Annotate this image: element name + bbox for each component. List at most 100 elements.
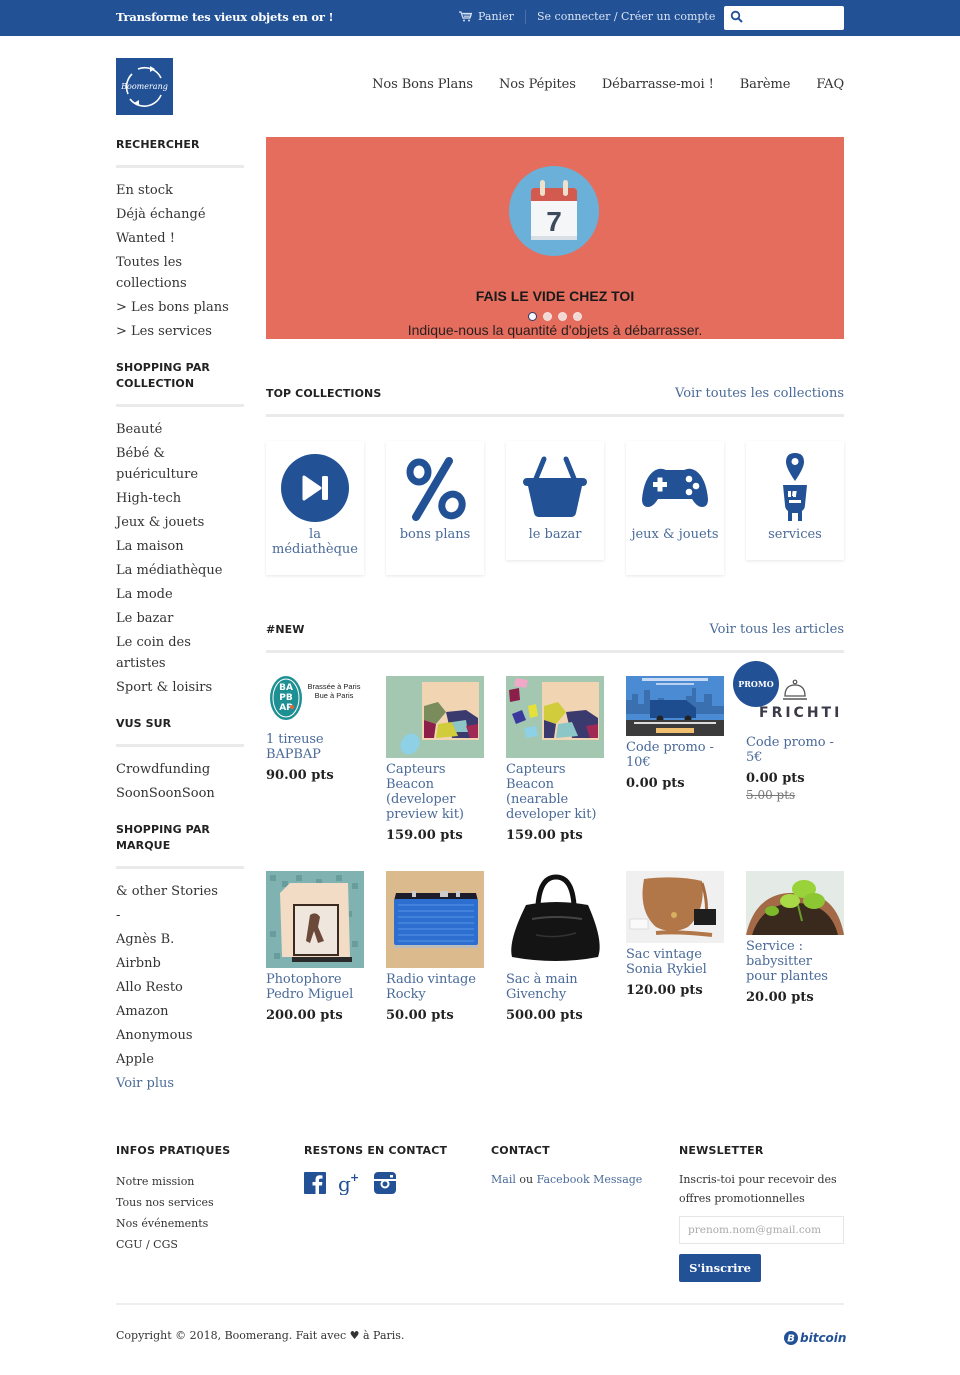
footer-link[interactable]: Nos événements bbox=[116, 1213, 286, 1234]
product-card[interactable]: BA PB AP Brassée à Paris Bue à Paris 1 t… bbox=[266, 675, 364, 783]
product-name: Service : babysitter pour plantes bbox=[746, 939, 828, 984]
facebook-icon[interactable] bbox=[304, 1172, 326, 1198]
product-image bbox=[266, 871, 364, 968]
gamepad-icon bbox=[642, 468, 708, 507]
sidebar-item[interactable]: Déjà échangé bbox=[116, 204, 244, 225]
product-image bbox=[506, 676, 604, 758]
sidebar-item[interactable]: Crowdfunding bbox=[116, 759, 244, 780]
beacon-kit-image-icon bbox=[400, 682, 479, 755]
instagram-icon[interactable] bbox=[374, 1172, 396, 1198]
sidebar-item[interactable]: Le bazar bbox=[116, 608, 244, 629]
search-input[interactable] bbox=[746, 8, 840, 28]
nav-item-bareme[interactable]: Barème bbox=[740, 77, 791, 92]
slide-dot-1[interactable] bbox=[528, 312, 537, 321]
see-more-brands-link[interactable]: Voir plus bbox=[116, 1073, 244, 1094]
facebook-message-link[interactable]: Facebook Message bbox=[537, 1173, 643, 1186]
mail-link[interactable]: Mail bbox=[491, 1173, 516, 1186]
sidebar-item[interactable]: La mode bbox=[116, 584, 244, 605]
top-bar: Transforme tes vieux objets en or ! Pani… bbox=[0, 0, 960, 36]
sidebar-item[interactable]: La maison bbox=[116, 536, 244, 557]
sidebar-item[interactable]: Airbnb bbox=[116, 953, 244, 974]
login-link[interactable]: Se connecter / Créer un compte bbox=[537, 10, 715, 23]
site-logo[interactable]: Boomerang bbox=[116, 58, 173, 115]
product-card[interactable]: PROMO FRICHTI Code promo - 5€ 0.00 pts 5… bbox=[733, 661, 844, 802]
nav-item-debarrasse-moi[interactable]: Débarrasse-moi ! bbox=[602, 77, 714, 92]
product-card[interactable]: Sac à main Givenchy 500.00 pts bbox=[506, 871, 604, 1023]
product-card[interactable]: Radio vintage Rocky 50.00 pts bbox=[386, 871, 484, 1023]
sidebar-item[interactable]: Bébé & puériculture bbox=[116, 443, 244, 485]
sidebar-item[interactable]: - bbox=[116, 905, 244, 926]
sidebar-item[interactable]: High-tech bbox=[116, 488, 244, 509]
copyright-text: Copyright © 2018, Boomerang. Fait avec ♥… bbox=[116, 1329, 405, 1342]
bitcoin-label: bitcoin bbox=[800, 1331, 847, 1345]
percent-icon bbox=[406, 457, 466, 521]
collection-card-bons-plans[interactable]: bons plans bbox=[386, 441, 484, 575]
collection-label: services bbox=[768, 527, 822, 542]
hero-slideshow[interactable]: 7 FAIS LE VIDE CHEZ TOI Indique-nous la … bbox=[266, 137, 844, 339]
collection-card-mediatheque[interactable]: la médiathèque bbox=[266, 441, 364, 575]
view-all-collections-link[interactable]: Voir toutes les collections bbox=[675, 386, 844, 401]
footer-heading: RESTONS EN CONTACT bbox=[304, 1144, 448, 1157]
boomerang-logo-icon: Boomerang bbox=[120, 66, 168, 107]
product-price: 0.00 pts bbox=[626, 776, 685, 791]
divider bbox=[116, 744, 244, 747]
google-plus-icon[interactable]: g + bbox=[338, 1171, 362, 1199]
sidebar-item[interactable]: Le coin des artistes bbox=[116, 632, 244, 674]
footer-link[interactable]: Notre mission bbox=[116, 1171, 286, 1192]
sidebar-group-brands: SHOPPING PAR MARQUE & other Stories - Ag… bbox=[116, 821, 244, 1094]
product-name: 1 tireuse BAPBAP bbox=[266, 732, 324, 762]
product-price: 159.00 pts bbox=[506, 828, 583, 843]
collection-card-bazar[interactable]: le bazar bbox=[506, 441, 604, 560]
product-card[interactable]: Service : babysitter pour plantes 20.00 … bbox=[746, 871, 844, 1005]
site-tagline: Transforme tes vieux objets en or ! bbox=[116, 10, 334, 24]
view-all-products-link[interactable]: Voir tous les articles bbox=[709, 622, 844, 637]
sidebar-item[interactable]: Jeux & jouets bbox=[116, 512, 244, 533]
slide-dot-2[interactable] bbox=[543, 312, 552, 321]
product-price: 90.00 pts bbox=[266, 768, 334, 783]
subscribe-button[interactable]: S'inscrire bbox=[679, 1254, 761, 1282]
sidebar-item[interactable]: Toutes les collections bbox=[116, 252, 244, 294]
product-card[interactable]: Photophore Pedro Miguel 200.00 pts bbox=[266, 871, 364, 1023]
product-price: 500.00 pts bbox=[506, 1008, 583, 1023]
product-card[interactable]: Sac vintage Sonia Rykiel 120.00 pts bbox=[626, 871, 724, 998]
sidebar-item[interactable]: > Les bons plans bbox=[116, 297, 244, 318]
footer-link[interactable]: CGU / CGS bbox=[116, 1234, 286, 1255]
product-card[interactable]: Code promo - 10€ 0.00 pts bbox=[626, 676, 724, 791]
nav-item-pepites[interactable]: Nos Pépites bbox=[499, 77, 576, 92]
sidebar-item[interactable]: Sport & loisirs bbox=[116, 677, 244, 698]
bitcoin-icon: B bbox=[784, 1331, 798, 1345]
nav-item-bons-plans[interactable]: Nos Bons Plans bbox=[372, 77, 473, 92]
slide-dot-4[interactable] bbox=[573, 312, 582, 321]
sidebar-item[interactable]: Beauté bbox=[116, 419, 244, 440]
sidebar-item[interactable]: En stock bbox=[116, 180, 244, 201]
sidebar-item[interactable]: Wanted ! bbox=[116, 228, 244, 249]
sidebar-item[interactable]: SoonSoonSoon bbox=[116, 783, 244, 804]
sidebar-item[interactable]: La médiathèque bbox=[116, 560, 244, 581]
topbar-divider bbox=[525, 10, 526, 24]
sidebar-item[interactable]: Apple bbox=[116, 1049, 244, 1070]
sidebar-group-collections: SHOPPING PAR COLLECTION Beauté Bébé & pu… bbox=[116, 359, 244, 698]
sidebar-item[interactable]: Anonymous bbox=[116, 1025, 244, 1046]
sidebar-item[interactable]: Amazon bbox=[116, 1001, 244, 1022]
product-card[interactable]: Capteurs Beacon (developer preview kit) … bbox=[386, 676, 484, 843]
nav-item-faq[interactable]: FAQ bbox=[816, 77, 844, 92]
sidebar-item[interactable]: Agnès B. bbox=[116, 929, 244, 950]
slide-dot-3[interactable] bbox=[558, 312, 567, 321]
newsletter-email-input[interactable] bbox=[679, 1216, 844, 1244]
image-caption: Brassée à Paris Bue à Paris bbox=[307, 682, 361, 700]
search-icon[interactable] bbox=[730, 10, 744, 24]
sidebar-item[interactable]: Allo Resto bbox=[116, 977, 244, 998]
sidebar-group-search: RECHERCHER En stock Déjà échangé Wanted … bbox=[116, 136, 244, 342]
cart-link[interactable]: Panier bbox=[459, 10, 514, 23]
sidebar-item[interactable]: & other Stories bbox=[116, 881, 244, 902]
footer-divider bbox=[116, 1303, 844, 1305]
newsletter-text: Inscris-toi pour recevoir des offres pro… bbox=[679, 1173, 837, 1205]
product-name: Capteurs Beacon (developer preview kit) bbox=[386, 762, 464, 822]
collection-card-services[interactable]: services bbox=[746, 441, 844, 560]
sidebar-item[interactable]: > Les services bbox=[116, 321, 244, 342]
footer-link[interactable]: Tous nos services bbox=[116, 1192, 286, 1213]
svg-text:Boomerang: Boomerang bbox=[120, 82, 168, 91]
svg-text:7: 7 bbox=[546, 206, 562, 237]
product-card[interactable]: Capteurs Beacon (nearable developer kit)… bbox=[506, 676, 604, 843]
collection-card-jeux-jouets[interactable]: jeux & jouets bbox=[626, 441, 724, 575]
